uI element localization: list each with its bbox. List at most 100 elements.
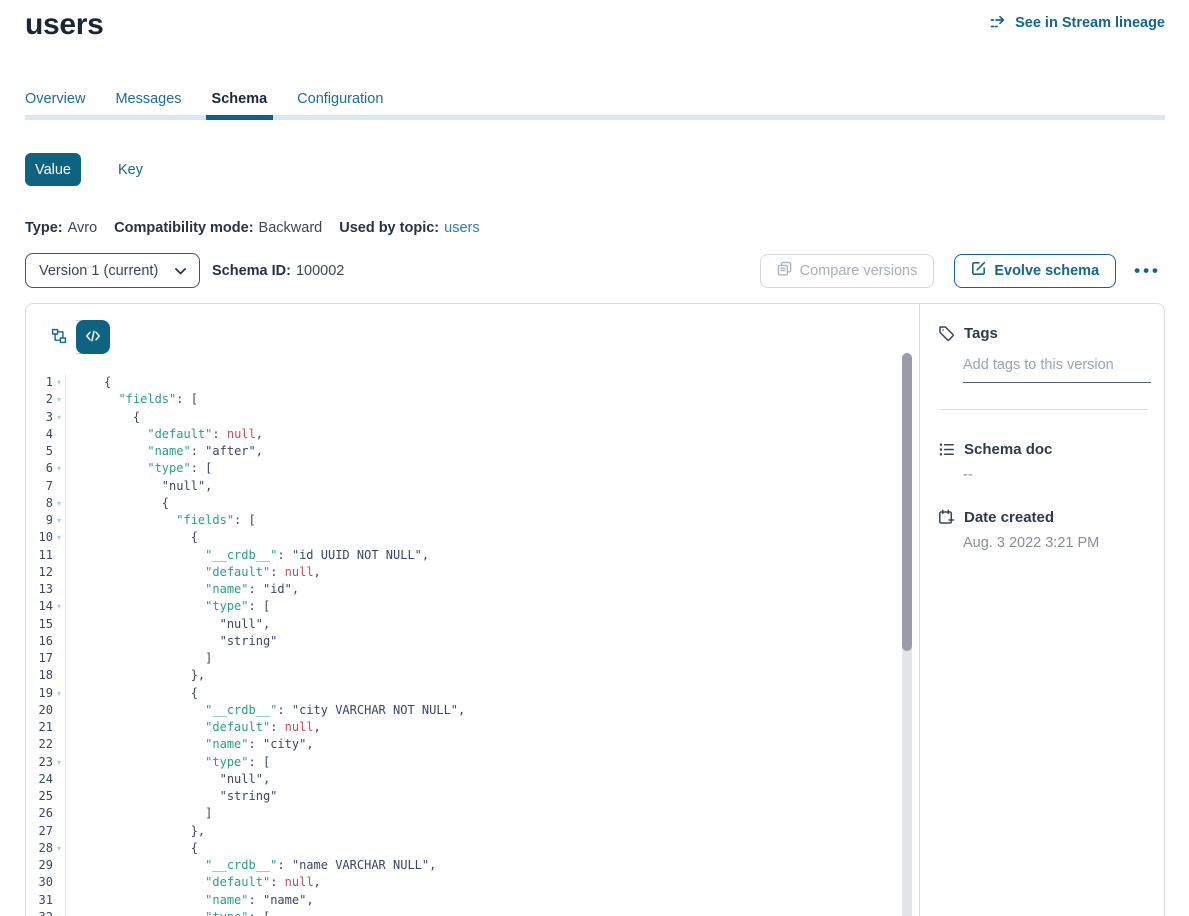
tab-overview[interactable]: Overview: [19, 90, 91, 120]
tab-schema[interactable]: Schema: [206, 90, 274, 120]
code-line: 23▾ "type": [: [26, 754, 905, 771]
editor-scrollbar[interactable]: [902, 353, 912, 916]
line-number: 29: [26, 857, 53, 874]
fold-toggle-icon: [53, 564, 65, 581]
compare-versions-button[interactable]: Compare versions: [760, 254, 935, 288]
stream-lineage-icon: [990, 15, 1008, 31]
fold-toggle-icon[interactable]: ▾: [53, 685, 65, 702]
code-line: 3▾ {: [26, 409, 905, 426]
schema-meta-row: Type: Avro Compatibility mode: Backward …: [25, 220, 497, 236]
code-line: 22 "name": "city",: [26, 736, 905, 753]
line-number: 6: [26, 460, 53, 477]
line-number: 3: [26, 409, 53, 426]
tag-icon: [938, 325, 955, 342]
edit-icon: [971, 261, 986, 280]
code-line: 16 "string": [26, 633, 905, 650]
stream-lineage-link[interactable]: See in Stream lineage: [990, 15, 1165, 31]
code-line: 26 ]: [26, 805, 905, 822]
line-number: 9: [26, 512, 53, 529]
page-title: users: [25, 8, 104, 42]
fold-toggle-icon[interactable]: ▾: [53, 840, 65, 857]
line-number: 1: [26, 374, 53, 391]
line-number: 7: [26, 478, 53, 495]
fold-toggle-icon[interactable]: ▾: [53, 374, 65, 391]
fold-toggle-icon[interactable]: ▾: [53, 754, 65, 771]
line-number: 16: [26, 633, 53, 650]
fold-toggle-icon: [53, 478, 65, 495]
tree-icon: [51, 328, 67, 347]
evolve-schema-button[interactable]: Evolve schema: [954, 254, 1116, 288]
schema-doc-heading: Schema doc: [938, 441, 1148, 458]
fold-toggle-icon[interactable]: ▾: [53, 495, 65, 512]
fold-toggle-icon: [53, 719, 65, 736]
line-number: 12: [26, 564, 53, 581]
schema-doc-value: --: [963, 467, 1148, 483]
fold-toggle-icon[interactable]: ▾: [53, 909, 65, 916]
line-number: 2: [26, 391, 53, 408]
fold-toggle-icon[interactable]: ▾: [53, 512, 65, 529]
code-line: 8▾ {: [26, 495, 905, 512]
fold-toggle-icon[interactable]: ▾: [53, 460, 65, 477]
fold-toggle-icon: [53, 616, 65, 633]
code-line: 4 "default": null,: [26, 426, 905, 443]
code-line: 6▾ "type": [: [26, 460, 905, 477]
code-line: 10▾ {: [26, 529, 905, 546]
schema-code[interactable]: 1▾{2▾ "fields": [3▾ {4 "default": null,5…: [26, 374, 905, 916]
fold-toggle-icon: [53, 823, 65, 840]
schema-panel: 1▾{2▾ "fields": [3▾ {4 "default": null,5…: [25, 303, 1165, 916]
editor-view-toggle: [42, 320, 110, 354]
code-line: 28▾ {: [26, 840, 905, 857]
tree-view-button[interactable]: [42, 320, 76, 354]
code-line: 30 "default": null,: [26, 874, 905, 891]
fold-toggle-icon[interactable]: ▾: [53, 529, 65, 546]
code-line: 9▾ "fields": [: [26, 512, 905, 529]
chevron-down-icon: [175, 263, 186, 279]
tab-configuration[interactable]: Configuration: [291, 90, 389, 120]
fold-toggle-icon: [53, 857, 65, 874]
fold-toggle-icon: [53, 547, 65, 564]
tab-bar: Overview Messages Schema Configuration: [19, 90, 389, 120]
fold-toggle-icon[interactable]: ▾: [53, 409, 65, 426]
line-number: 25: [26, 788, 53, 805]
code-view-button[interactable]: [76, 320, 110, 354]
line-number: 28: [26, 840, 53, 857]
add-tags-input[interactable]: [963, 355, 1151, 383]
line-number: 31: [26, 892, 53, 909]
line-number: 24: [26, 771, 53, 788]
fold-toggle-icon: [53, 736, 65, 753]
version-toolbar: Version 1 (current) Schema ID:100002 Com…: [25, 253, 1165, 288]
line-number: 27: [26, 823, 53, 840]
line-number: 20: [26, 702, 53, 719]
fold-toggle-icon[interactable]: ▾: [53, 598, 65, 615]
key-tab-button[interactable]: Key: [118, 162, 143, 178]
line-number: 14: [26, 598, 53, 615]
fold-toggle-icon: [53, 702, 65, 719]
line-number: 19: [26, 685, 53, 702]
schema-sidebar: Tags Schema doc --: [920, 304, 1164, 916]
value-tab-button[interactable]: Value: [25, 153, 81, 186]
date-created-value: Aug. 3 2022 3:21 PM: [963, 535, 1148, 551]
calendar-plus-icon: [938, 509, 955, 526]
stream-lineage-label: See in Stream lineage: [1015, 15, 1165, 31]
code-line: 31 "name": "name",: [26, 892, 905, 909]
fold-toggle-icon: [53, 805, 65, 822]
code-line: 21 "default": null,: [26, 719, 905, 736]
code-line: 18 },: [26, 667, 905, 684]
tab-messages[interactable]: Messages: [109, 90, 187, 120]
line-number: 21: [26, 719, 53, 736]
line-number: 23: [26, 754, 53, 771]
line-number: 5: [26, 443, 53, 460]
fold-toggle-icon: [53, 581, 65, 598]
list-icon: [938, 441, 955, 458]
version-dropdown[interactable]: Version 1 (current): [25, 253, 200, 288]
fold-toggle-icon[interactable]: ▾: [53, 391, 65, 408]
toolbar-buttons: Compare versions Evolve schema •••: [760, 254, 1165, 288]
topic-link[interactable]: users: [444, 220, 479, 236]
line-number: 15: [26, 616, 53, 633]
more-options-button[interactable]: •••: [1130, 254, 1165, 288]
schema-editor: 1▾{2▾ "fields": [3▾ {4 "default": null,5…: [26, 304, 919, 916]
fold-toggle-icon: [53, 892, 65, 909]
editor-scrollbar-thumb[interactable]: [902, 353, 912, 651]
code-line: 19▾ {: [26, 685, 905, 702]
code-line: 15 "null",: [26, 616, 905, 633]
